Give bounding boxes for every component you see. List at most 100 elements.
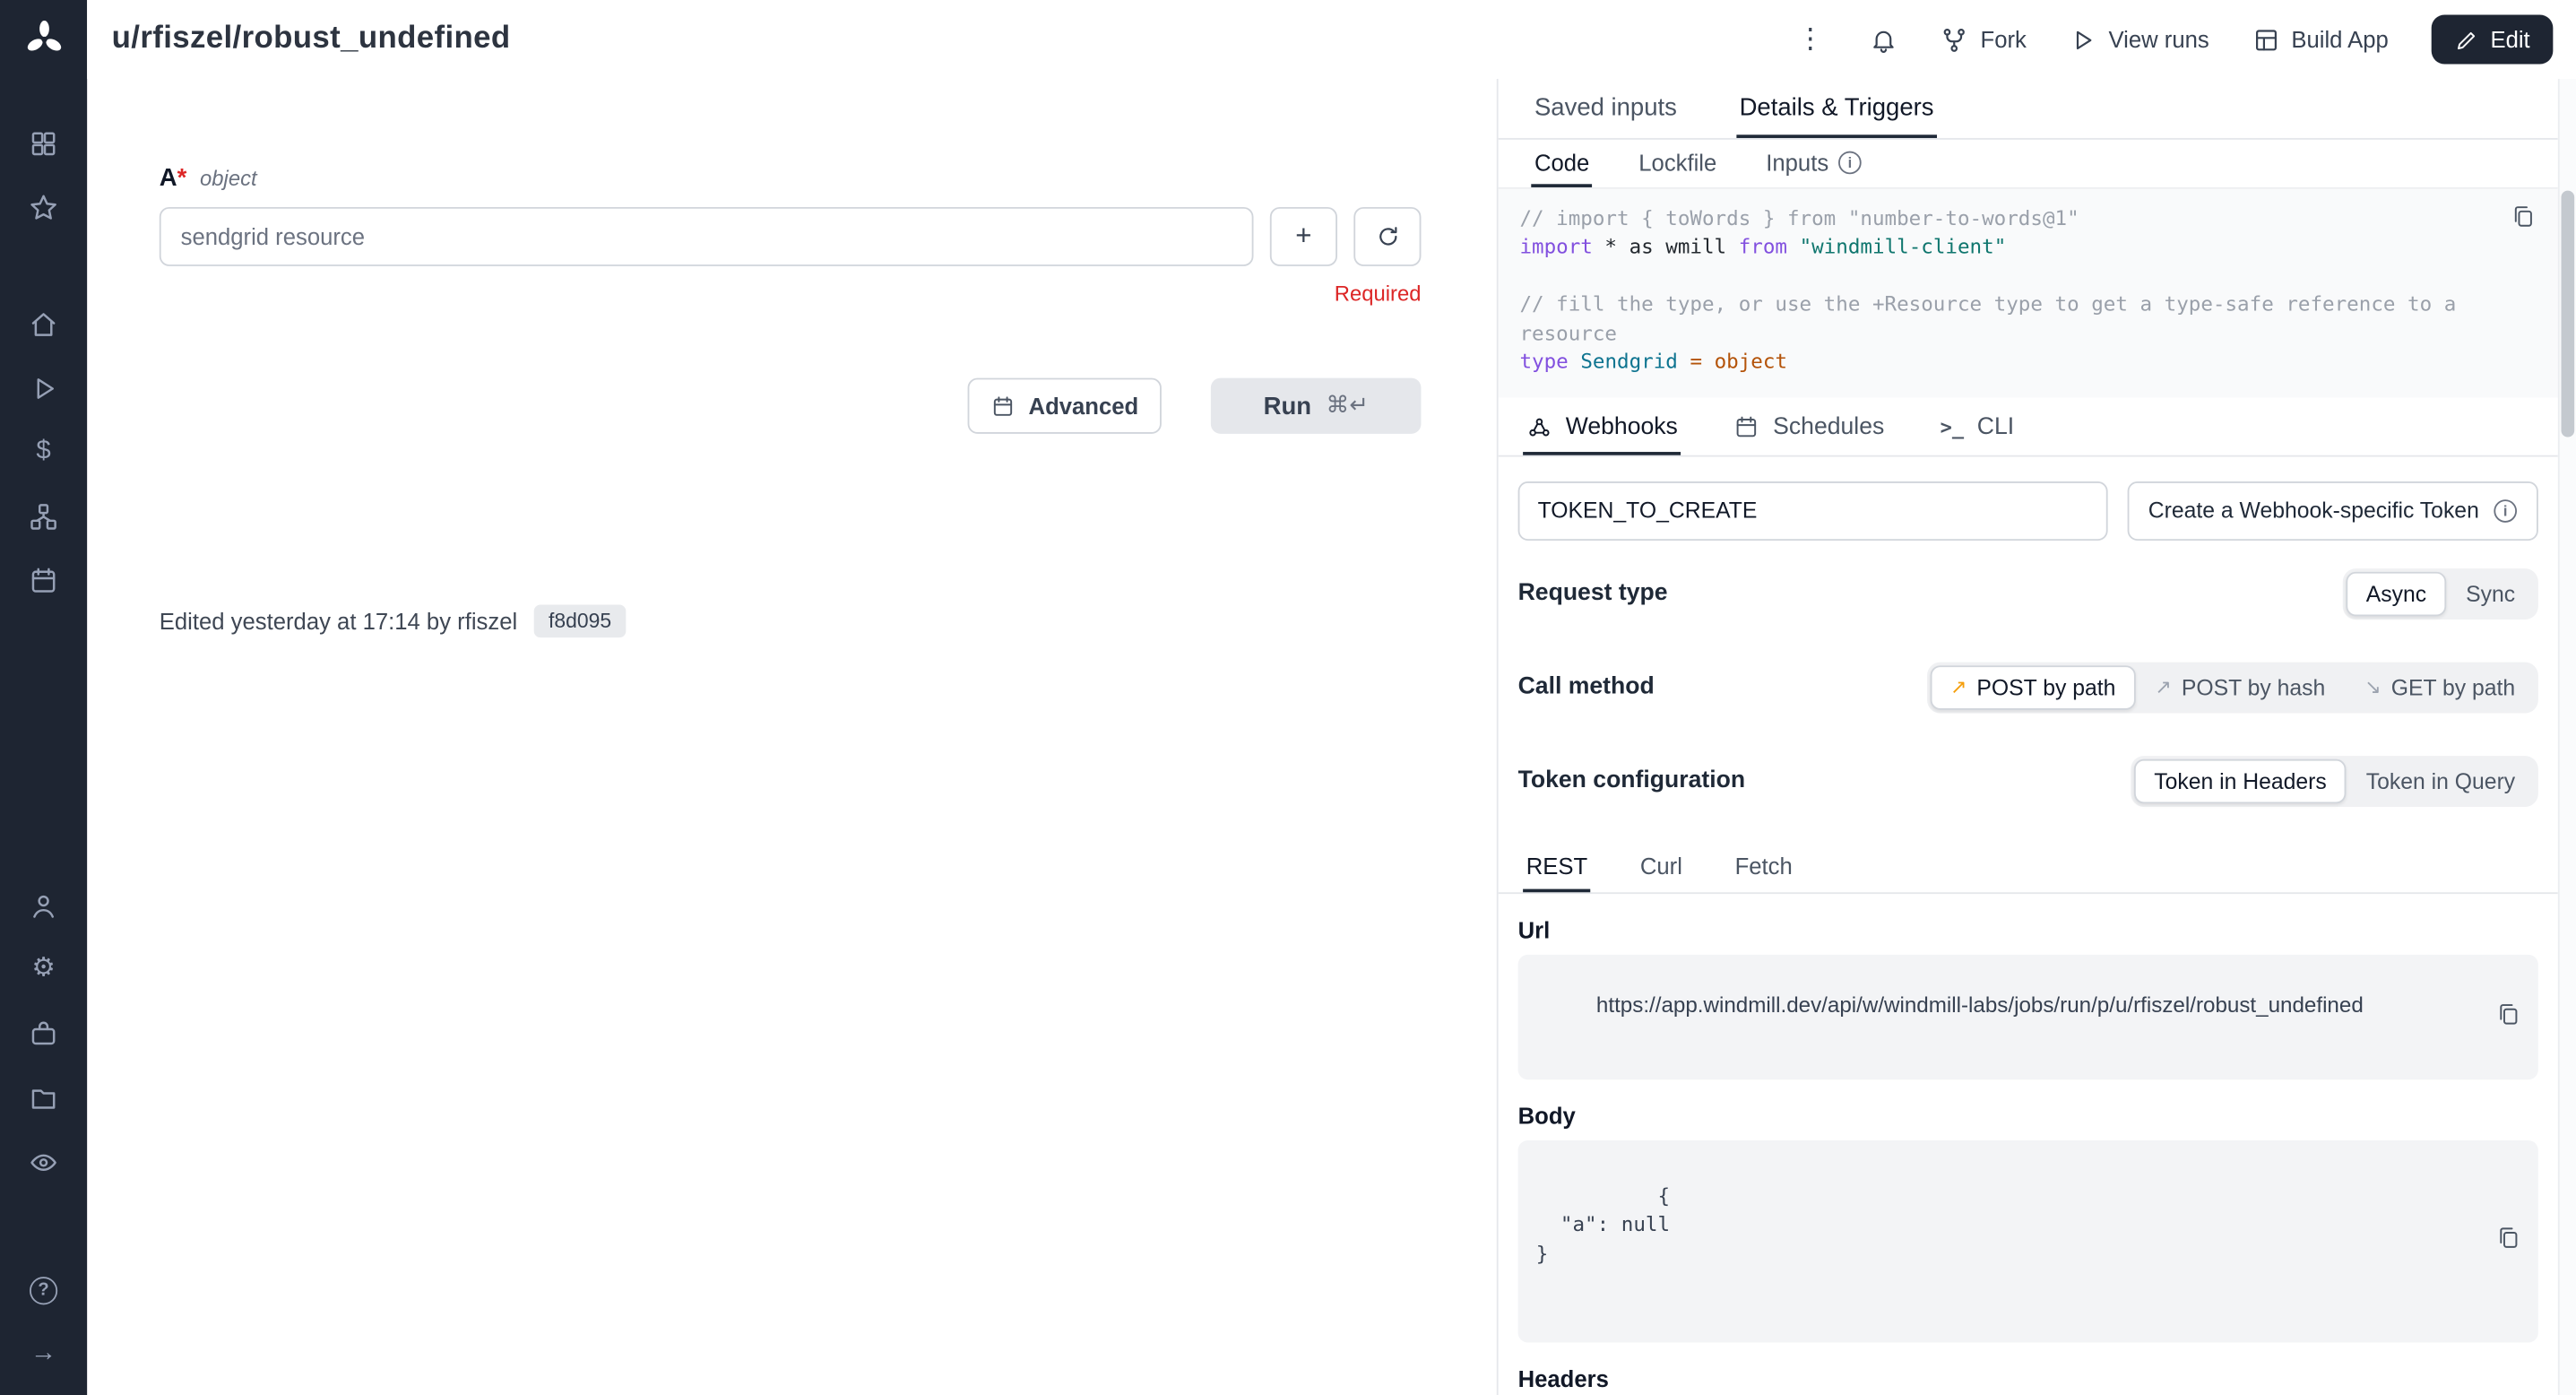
sidebar-collapse-toggle[interactable]: → bbox=[0, 1332, 87, 1375]
scrollbar-thumb[interactable] bbox=[2562, 191, 2575, 438]
code-line bbox=[1519, 263, 2485, 291]
panel-scrollbar[interactable] bbox=[2558, 79, 2576, 1395]
play-icon bbox=[28, 372, 59, 403]
sidebar-item-variables[interactable]: $ bbox=[0, 430, 87, 473]
edited-info: Edited yesterday at 17:14 by rfiszel f8d… bbox=[160, 605, 1422, 638]
create-webhook-token-button[interactable]: Create a Webhook-specific Token i bbox=[2127, 481, 2538, 541]
topbar-actions: ⋮ Fork View runs Build App bbox=[1794, 14, 2554, 64]
body-label: Body bbox=[1518, 1102, 2538, 1128]
call-method-post-by-hash[interactable]: ↗ POST by hash bbox=[2135, 665, 2345, 709]
layout-grid-icon bbox=[2252, 25, 2279, 53]
notifications-button[interactable] bbox=[1871, 25, 1898, 53]
fork-label: Fork bbox=[1981, 26, 2027, 52]
build-app-button[interactable]: Build App bbox=[2252, 25, 2388, 53]
dollar-icon: $ bbox=[36, 438, 50, 464]
request-type-async[interactable]: Async bbox=[2347, 571, 2446, 615]
sidebar-item-favorites[interactable] bbox=[0, 186, 87, 229]
code-block: // import { toWords } from "number-to-wo… bbox=[1499, 189, 2558, 397]
request-type-label: Request type bbox=[1518, 580, 1668, 606]
call-method-row: Call method ↗ POST by path ↗ POST by has… bbox=[1518, 662, 2538, 713]
copy-code-button[interactable] bbox=[2511, 204, 2537, 235]
refresh-button[interactable] bbox=[1353, 207, 1421, 266]
panel-tabs: Saved inputs Details & Triggers bbox=[1499, 79, 2558, 140]
code-line: // fill the type, or use the +Resource t… bbox=[1519, 291, 2485, 349]
token-config-toggle: Token in Headers Token in Query bbox=[2131, 756, 2538, 807]
page-title: u/rfiszel/robust_undefined bbox=[112, 22, 511, 57]
copy-icon bbox=[2495, 1001, 2521, 1027]
arrow-up-right-icon: ↗ bbox=[2155, 676, 2171, 699]
gear-icon: ⚙ bbox=[31, 957, 55, 983]
sidebar-item-folders[interactable] bbox=[0, 1077, 87, 1120]
refresh-icon bbox=[1374, 223, 1400, 249]
edited-text: Edited yesterday at 17:14 by rfiszel bbox=[160, 608, 517, 634]
sidebar-item-schedules[interactable] bbox=[0, 559, 87, 602]
app-window: $ ⚙ ? → u/rfiszel/robust_undefined bbox=[0, 0, 2576, 1395]
user-icon bbox=[28, 890, 59, 922]
content-row: A* object + Required Advanced bbox=[87, 79, 2576, 1395]
advanced-button[interactable]: Advanced bbox=[968, 378, 1162, 434]
sidebar-item-apps[interactable] bbox=[0, 122, 87, 165]
schedules-label: Schedules bbox=[1773, 413, 1884, 439]
call-method-post-by-path[interactable]: ↗ POST by path bbox=[1931, 665, 2135, 709]
code-line: type Sendgrid = object bbox=[1519, 349, 2485, 377]
resource-input[interactable] bbox=[160, 207, 1254, 266]
token-in-query[interactable]: Token in Query bbox=[2347, 758, 2535, 802]
tab-webhooks[interactable]: Webhooks bbox=[1523, 401, 1681, 455]
version-hash-badge[interactable]: f8d095 bbox=[534, 605, 627, 638]
code-subtabs: Code Lockfile Inputs i bbox=[1499, 140, 2558, 189]
field-header: A* object bbox=[160, 164, 1422, 192]
sidebar-item-users[interactable] bbox=[0, 884, 87, 927]
required-asterisk: * bbox=[177, 164, 187, 192]
run-shortcut: ⌘↵ bbox=[1327, 393, 1369, 419]
token-in-headers[interactable]: Token in Headers bbox=[2134, 758, 2347, 802]
tab-saved-inputs[interactable]: Saved inputs bbox=[1531, 79, 1680, 138]
copy-url-button[interactable] bbox=[2423, 976, 2522, 1057]
more-menu-button[interactable]: ⋮ bbox=[1794, 23, 1828, 56]
details-panel: Saved inputs Details & Triggers Code Loc… bbox=[1497, 79, 2558, 1395]
code-line: // import { toWords } from "number-to-wo… bbox=[1519, 205, 2485, 234]
required-hint: Required bbox=[160, 281, 1422, 305]
kebab-icon: ⋮ bbox=[1796, 23, 1824, 55]
field-input-row: + bbox=[160, 207, 1422, 266]
tab-schedules[interactable]: Schedules bbox=[1731, 401, 1888, 455]
run-button[interactable]: Run ⌘↵ bbox=[1211, 378, 1422, 434]
tab-details-triggers[interactable]: Details & Triggers bbox=[1736, 79, 1937, 138]
view-runs-button[interactable]: View runs bbox=[2070, 25, 2209, 53]
briefcase-icon bbox=[28, 1018, 59, 1049]
url-label: Url bbox=[1518, 916, 2538, 942]
trigger-tabs: Webhooks Schedules >_ CLI bbox=[1499, 401, 2558, 456]
edit-label: Edit bbox=[2490, 26, 2529, 52]
request-type-sync[interactable]: Sync bbox=[2446, 571, 2535, 615]
sidebar-item-settings[interactable]: ⚙ bbox=[0, 949, 87, 992]
code-lines: // import { toWords } from "number-to-wo… bbox=[1519, 205, 2485, 377]
tab-curl[interactable]: Curl bbox=[1637, 841, 1685, 892]
home-icon bbox=[28, 308, 59, 340]
token-input[interactable] bbox=[1518, 481, 2107, 541]
calendar-icon bbox=[1733, 413, 1759, 439]
call-method-get-by-path[interactable]: ↘ GET by path bbox=[2345, 665, 2535, 709]
copy-icon bbox=[2511, 204, 2537, 230]
url-value: https://app.windmill.dev/api/w/windmill-… bbox=[1596, 992, 2364, 1017]
get-by-path-label: GET by path bbox=[2391, 675, 2515, 699]
edit-button[interactable]: Edit bbox=[2431, 14, 2553, 64]
add-resource-button[interactable]: + bbox=[1270, 207, 1337, 266]
copy-body-button[interactable] bbox=[2423, 1200, 2522, 1281]
sidebar-item-workers[interactable] bbox=[0, 1012, 87, 1055]
windmill-logo[interactable] bbox=[0, 0, 87, 79]
url-box: https://app.windmill.dev/api/w/windmill-… bbox=[1518, 954, 2538, 1079]
subtab-inputs[interactable]: Inputs i bbox=[1763, 140, 1865, 187]
sidebar-item-home[interactable] bbox=[0, 302, 87, 345]
sidebar-item-help[interactable]: ? bbox=[0, 1269, 87, 1312]
subtab-code[interactable]: Code bbox=[1531, 140, 1593, 187]
sidebar-item-audit-logs[interactable] bbox=[0, 1140, 87, 1183]
subtab-lockfile[interactable]: Lockfile bbox=[1636, 140, 1720, 187]
arrow-up-right-icon: ↗ bbox=[1950, 676, 1967, 699]
sidebar-item-resources[interactable] bbox=[0, 495, 87, 538]
tab-fetch[interactable]: Fetch bbox=[1732, 841, 1796, 892]
build-app-label: Build App bbox=[2291, 26, 2388, 52]
fork-button[interactable]: Fork bbox=[1941, 25, 2027, 53]
tab-rest[interactable]: REST bbox=[1523, 841, 1591, 892]
sidebar-item-runs[interactable] bbox=[0, 367, 87, 410]
tab-cli[interactable]: >_ CLI bbox=[1937, 401, 2018, 455]
snippet-tabs: REST Curl Fetch bbox=[1499, 841, 2558, 894]
